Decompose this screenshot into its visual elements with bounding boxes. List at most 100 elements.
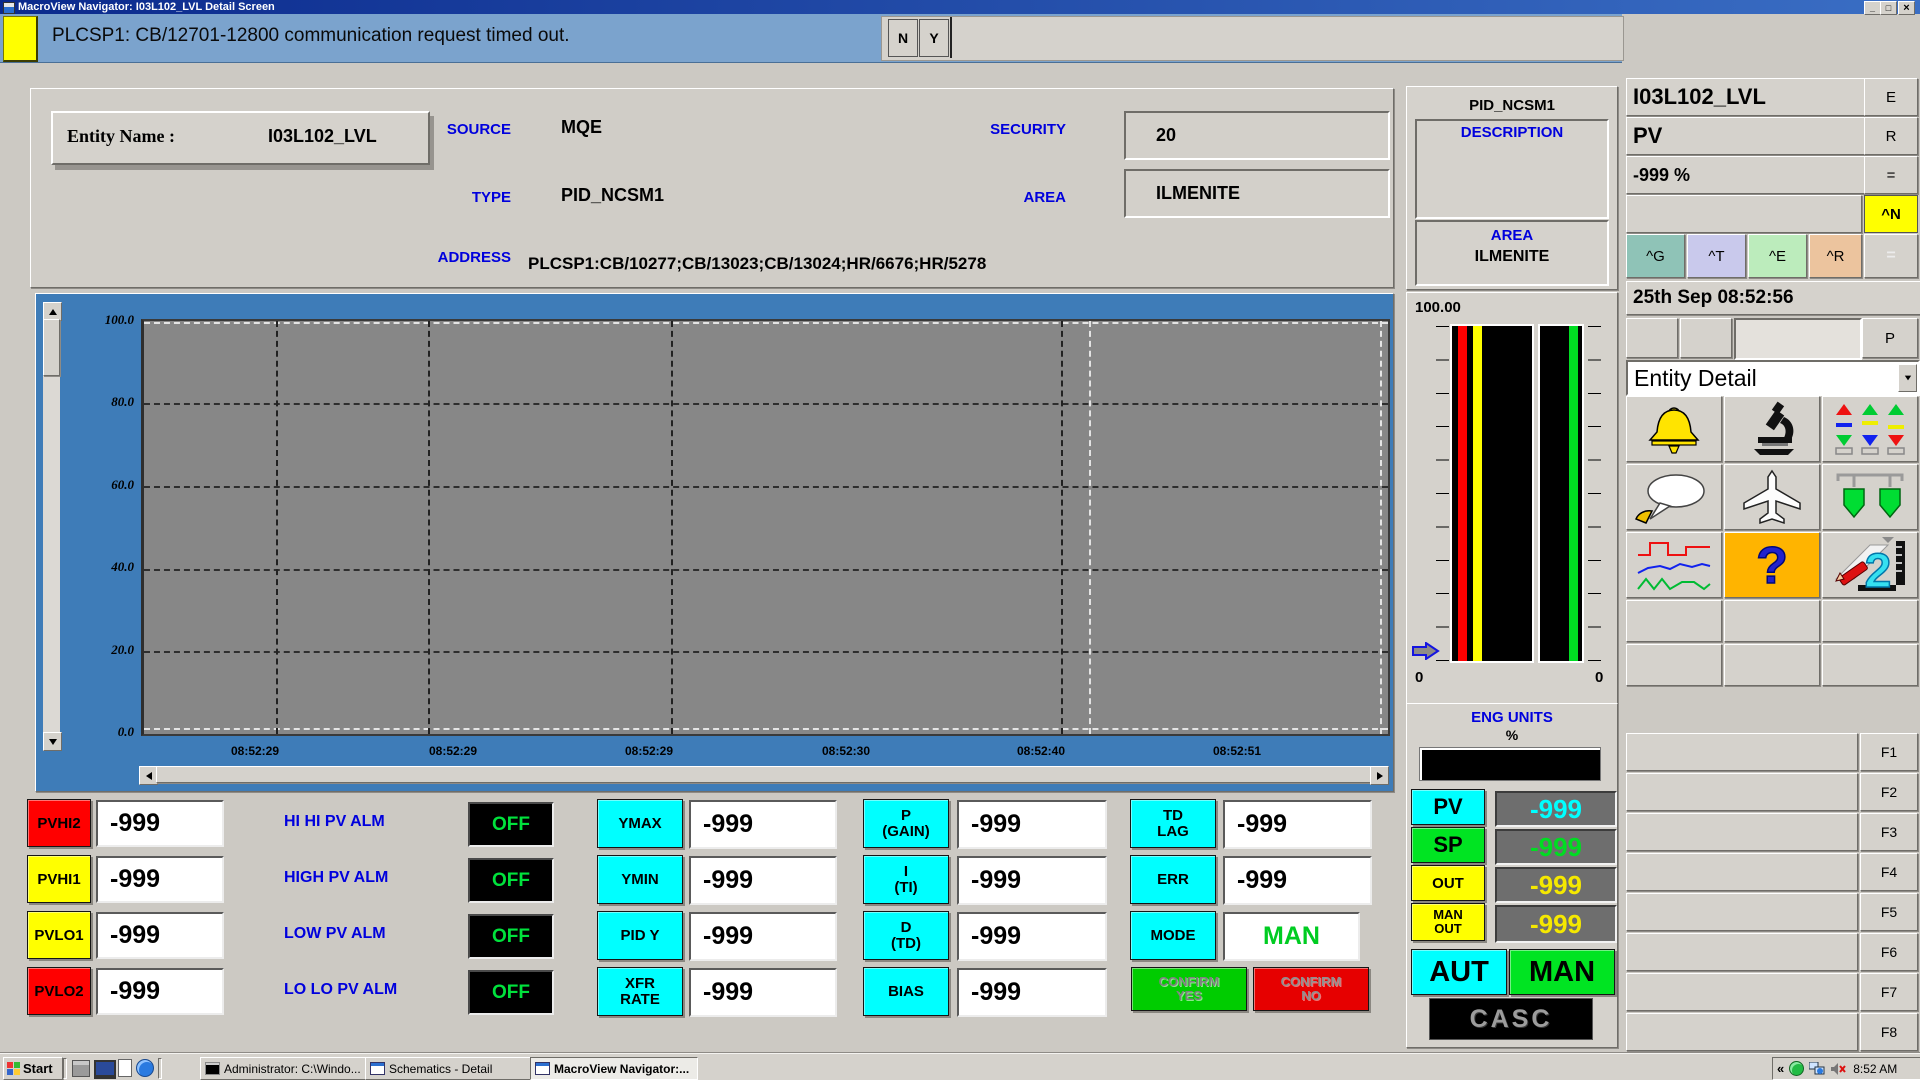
detail-2-button[interactable]: 2 <box>1822 532 1918 598</box>
help-button[interactable]: ? <box>1724 532 1820 598</box>
pidy-value[interactable]: -999 <box>689 912 837 961</box>
ymin-value[interactable]: -999 <box>689 856 837 905</box>
comment-bubble-button[interactable] <box>1626 464 1722 530</box>
pvhi1-button[interactable]: PVHI1 <box>27 855 91 903</box>
xfr-rate-button[interactable]: XFR RATE <box>597 967 683 1016</box>
tray-collapse-chevron[interactable]: « <box>1777 1061 1784 1076</box>
restore-button[interactable]: □ <box>1880 1 1897 15</box>
fkey-slot[interactable] <box>1626 853 1858 891</box>
faceplate-param-field[interactable]: PV <box>1626 117 1868 155</box>
xfr-rate-value[interactable]: -999 <box>689 968 837 1017</box>
mode-button[interactable]: MODE <box>1130 911 1216 960</box>
blank-key[interactable] <box>1822 644 1918 686</box>
ymax-value[interactable]: -999 <box>689 800 837 849</box>
tray-clock[interactable]: 8:52 AM <box>1853 1062 1897 1076</box>
airplane-button[interactable] <box>1724 464 1820 530</box>
casc-button[interactable]: CASC <box>1429 998 1593 1040</box>
sp-pointer-icon[interactable] <box>1412 642 1440 660</box>
i-ti-button[interactable]: I (TI) <box>863 855 949 904</box>
fkey-slot[interactable] <box>1626 773 1858 811</box>
pvlo1-button[interactable]: PVLO1 <box>27 911 91 959</box>
entity-button[interactable]: E <box>1864 78 1918 116</box>
blank-key[interactable] <box>1724 644 1820 686</box>
fkey-slot[interactable] <box>1626 1013 1858 1051</box>
f8-button[interactable]: F8 <box>1860 1013 1918 1051</box>
aut-button[interactable]: AUT <box>1411 949 1507 995</box>
pvlo1-value[interactable]: -999 <box>96 912 224 959</box>
bias-button[interactable]: BIAS <box>863 967 949 1016</box>
pvhi2-value[interactable]: -999 <box>96 800 224 847</box>
group-tags-button[interactable] <box>1822 464 1918 530</box>
td-lag-value[interactable]: -999 <box>1223 800 1372 849</box>
start-button[interactable]: Start <box>3 1057 63 1080</box>
page-button[interactable]: P <box>1862 318 1918 358</box>
ctrl-t-button[interactable]: ^T <box>1687 234 1746 278</box>
ymin-button[interactable]: YMIN <box>597 855 683 904</box>
vscroll-thumb[interactable] <box>43 319 60 376</box>
pvhi1-value[interactable]: -999 <box>96 856 224 903</box>
trend-limits-button[interactable] <box>1822 396 1918 462</box>
fkey-slot[interactable] <box>1626 973 1858 1011</box>
blank-key[interactable] <box>1822 600 1918 642</box>
p-gain-value[interactable]: -999 <box>957 800 1107 849</box>
tray-network-icon[interactable] <box>1809 1062 1825 1076</box>
f1-button[interactable]: F1 <box>1860 733 1918 771</box>
minimize-button[interactable]: _ <box>1864 1 1881 15</box>
equals2-button[interactable]: = <box>1864 234 1918 278</box>
read-button[interactable]: R <box>1864 117 1918 155</box>
security-value-box[interactable]: 20 <box>1124 111 1390 160</box>
quick-launch-desktop-icon[interactable] <box>94 1060 116 1079</box>
spare-button-2[interactable] <box>1680 318 1732 358</box>
sp-button[interactable]: SP <box>1411 827 1485 863</box>
p-gain-button[interactable]: P (GAIN) <box>863 799 949 848</box>
blank-key[interactable] <box>1626 644 1722 686</box>
ctrl-g-button[interactable]: ^G <box>1626 234 1685 278</box>
d-td-button[interactable]: D (TD) <box>863 911 949 960</box>
td-lag-button[interactable]: TD LAG <box>1130 799 1216 848</box>
close-button[interactable]: × <box>1898 1 1915 15</box>
man-button[interactable]: MAN <box>1509 949 1615 995</box>
trend-lines-button[interactable] <box>1626 532 1722 598</box>
ctrl-n-button[interactable]: ^N <box>1864 195 1918 233</box>
faceplate-entity-field[interactable]: I03L102_LVL <box>1626 78 1868 116</box>
f5-button[interactable]: F5 <box>1860 893 1918 931</box>
d-td-value[interactable]: -999 <box>957 912 1107 961</box>
alarm-no-button[interactable]: N <box>888 19 918 57</box>
f4-button[interactable]: F4 <box>1860 853 1918 891</box>
fkey-slot[interactable] <box>1626 893 1858 931</box>
quick-launch-tool-icon[interactable] <box>72 1060 90 1077</box>
alarm-yes-button[interactable]: Y <box>919 19 949 57</box>
f6-button[interactable]: F6 <box>1860 933 1918 971</box>
scroll-right-button[interactable] <box>1370 766 1389 785</box>
out-button[interactable]: OUT <box>1411 865 1485 901</box>
tray-status-icon[interactable] <box>1789 1061 1804 1076</box>
chart-vscrollbar[interactable] <box>43 302 60 749</box>
confirm-no-button[interactable]: CONFIRM NO <box>1253 967 1369 1011</box>
view-selector-dropdown[interactable] <box>1898 364 1917 392</box>
task-schematics-detail[interactable]: Schematics - Detail <box>365 1057 533 1080</box>
view-selector[interactable]: Entity Detail <box>1626 360 1920 396</box>
bias-value[interactable]: -999 <box>957 968 1107 1017</box>
f3-button[interactable]: F3 <box>1860 813 1918 851</box>
pvhi2-button[interactable]: PVHI2 <box>27 799 91 847</box>
equals-button[interactable]: = <box>1864 156 1918 194</box>
fkey-slot[interactable] <box>1626 733 1858 771</box>
microscope-button[interactable] <box>1724 396 1820 462</box>
fkey-slot[interactable] <box>1626 813 1858 851</box>
ctrl-r-button[interactable]: ^R <box>1809 234 1862 278</box>
pvlo2-value[interactable]: -999 <box>96 968 224 1015</box>
blank-key[interactable] <box>1724 600 1820 642</box>
spare-button-1[interactable] <box>1626 318 1678 358</box>
tray-volume-muted-icon[interactable] <box>1830 1062 1846 1076</box>
f2-button[interactable]: F2 <box>1860 773 1918 811</box>
task-macroview-navigator[interactable]: MacroView Navigator:... <box>530 1057 698 1080</box>
area-value-box[interactable]: ILMENITE <box>1124 169 1390 218</box>
entity-name-box[interactable]: Entity Name : I03L102_LVL <box>51 111 430 165</box>
quick-launch-document-icon[interactable] <box>118 1059 132 1077</box>
scroll-down-button[interactable] <box>43 732 62 751</box>
ymax-button[interactable]: YMAX <box>597 799 683 848</box>
pvlo2-button[interactable]: PVLO2 <box>27 967 91 1015</box>
err-value[interactable]: -999 <box>1223 856 1372 905</box>
i-ti-value[interactable]: -999 <box>957 856 1107 905</box>
pv-button[interactable]: PV <box>1411 789 1485 825</box>
